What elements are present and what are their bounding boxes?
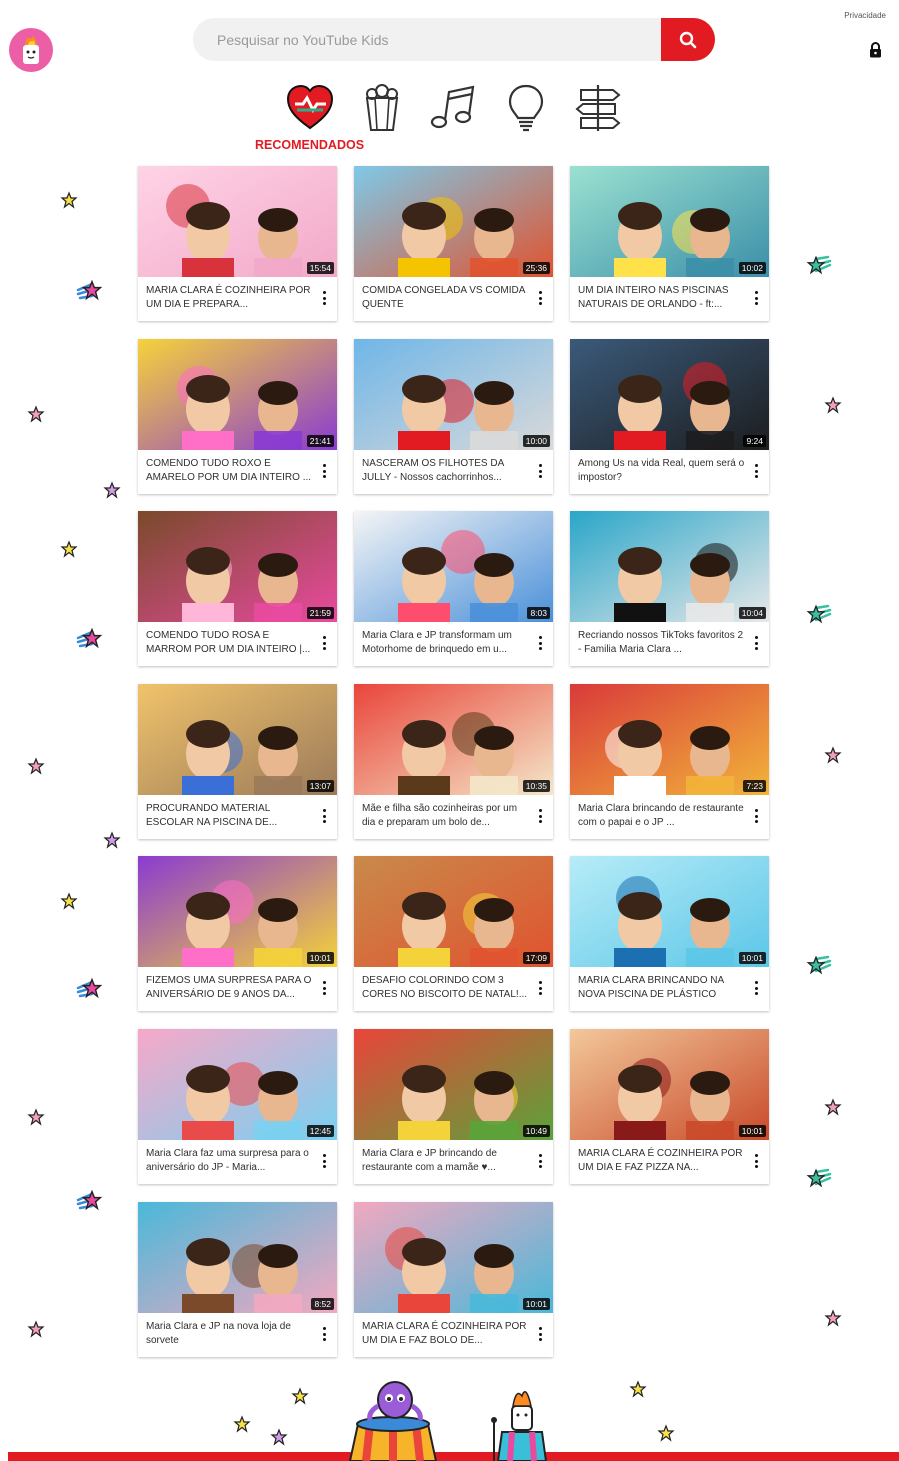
decorative-stars — [28, 192, 841, 1445]
mascot-characters — [348, 1381, 548, 1461]
